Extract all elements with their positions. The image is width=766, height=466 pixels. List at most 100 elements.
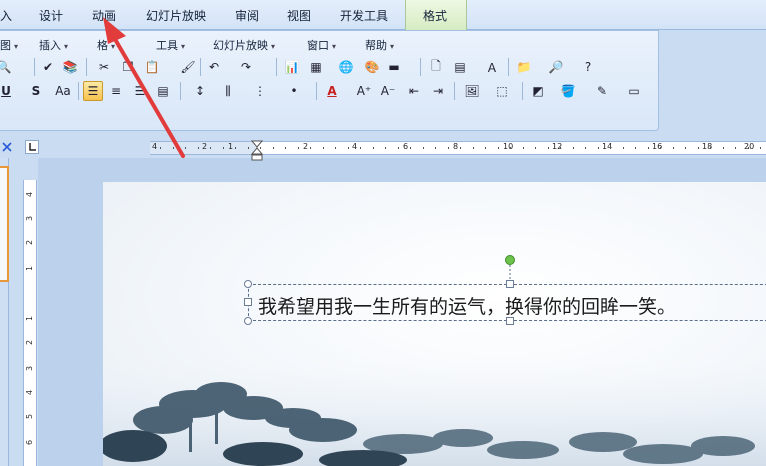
ruler-tick: [673, 147, 674, 149]
tab-selector[interactable]: [25, 140, 39, 154]
ruler-tick: [323, 147, 324, 149]
tab-insert[interactable]: 入: [0, 7, 12, 24]
format-painter-icon[interactable]: 🖌: [178, 57, 198, 77]
ruler-tick: [585, 147, 586, 149]
print-preview-icon[interactable]: 🔍: [0, 57, 14, 77]
slide-design-icon[interactable]: 🖼: [462, 81, 482, 101]
help-icon[interactable]: ?: [578, 57, 598, 77]
increase-font-icon[interactable]: A⁺: [354, 81, 374, 101]
slide-layout-icon[interactable]: ▤: [450, 57, 470, 77]
menu-item-window[interactable]: 窗口 ▾: [307, 37, 336, 53]
slide-canvas[interactable]: 我希望用我一生所有的运气，换得你的回眸一笑。: [103, 182, 766, 466]
menu-item-0[interactable]: 图 ▾: [0, 37, 18, 53]
columns-icon[interactable]: ⫼: [218, 81, 238, 101]
justify-icon[interactable]: ▤: [153, 81, 173, 101]
tab-animation[interactable]: 动画: [92, 7, 116, 24]
ruler-tick: [548, 147, 549, 149]
line-spacing-icon[interactable]: ↕: [190, 81, 210, 101]
tab-review[interactable]: 审阅: [235, 7, 259, 24]
ruler-tick: [498, 147, 499, 149]
tab-format[interactable]: 格式: [423, 7, 447, 24]
ruler-tick: [348, 147, 349, 149]
undo-icon[interactable]: ↶: [204, 57, 224, 77]
line-color-icon[interactable]: ✎: [592, 81, 612, 101]
separator: [508, 58, 509, 76]
rotate-handle[interactable]: [505, 255, 515, 265]
ribbon-tab-bar: 入 设计 动画 幻灯片放映 审阅 视图 开发工具 格式: [0, 0, 766, 30]
align-right-icon[interactable]: ☰: [130, 81, 150, 101]
ruler-tick: [485, 147, 486, 149]
zoom-icon[interactable]: 🔎: [546, 57, 566, 77]
resize-handle-bottom-left[interactable]: [244, 317, 252, 325]
increase-indent-icon[interactable]: ⇥: [428, 81, 448, 101]
menu-item-slideshow[interactable]: 幻灯片放映 ▾: [213, 37, 275, 53]
vertical-ruler[interactable]: [23, 180, 37, 466]
indent-marker-icon[interactable]: [251, 140, 263, 162]
ruler-tick: [160, 147, 161, 149]
font-color-button[interactable]: A: [322, 81, 342, 101]
textbox-icon[interactable]: Ａ: [482, 57, 502, 77]
spelling-icon[interactable]: ✔: [38, 57, 58, 77]
selected-text-box[interactable]: 我希望用我一生所有的运气，换得你的回眸一笑。: [248, 284, 766, 321]
expand-icon[interactable]: ▬: [384, 57, 404, 77]
menu-item-help[interactable]: 帮助 ▾: [365, 37, 394, 53]
formatting-toolbar: U S Aa ☰ ≡ ☰ ▤ ↕ ⫼ ⋮ • A A⁺ A⁻ ⇤ ⇥ 🖼 ⬚ ◩…: [0, 80, 659, 104]
slide-thumbnail[interactable]: [0, 166, 9, 282]
ruler-tick: [473, 147, 474, 149]
rotate-connector: [509, 265, 511, 281]
tab-slideshow[interactable]: 幻灯片放映: [146, 7, 206, 24]
ruler-tick: [210, 147, 211, 149]
bullets-icon[interactable]: •: [284, 81, 304, 101]
fill-effects-icon[interactable]: ◩: [528, 81, 548, 101]
cut-icon[interactable]: ✂: [94, 57, 114, 77]
hyperlink-icon[interactable]: 🌐: [336, 57, 356, 77]
copy-icon[interactable]: ❐: [118, 57, 138, 77]
color-grayscale-icon[interactable]: 🎨: [362, 57, 382, 77]
ruler-number: 4: [352, 142, 358, 151]
menu-item-insert[interactable]: 插入 ▾: [39, 37, 68, 53]
close-pane-icon[interactable]: [0, 140, 14, 154]
slide-text[interactable]: 我希望用我一生所有的运气，换得你的回眸一笑。: [258, 292, 676, 319]
resize-handle-bottom[interactable]: [506, 317, 514, 325]
redo-icon[interactable]: ↷: [236, 57, 256, 77]
resize-handle-top[interactable]: [506, 280, 514, 288]
research-icon[interactable]: 📚: [60, 57, 80, 77]
separator: [522, 82, 523, 100]
vruler-number: 2: [25, 239, 35, 246]
tab-design[interactable]: 设计: [39, 7, 63, 24]
open-folder-icon[interactable]: 📁: [514, 57, 534, 77]
paste-icon[interactable]: 📋: [142, 57, 162, 77]
decrease-indent-icon[interactable]: ⇤: [404, 81, 424, 101]
ruler-tick: [460, 147, 461, 149]
ruler-tick: [685, 147, 686, 149]
resize-handle-top-left[interactable]: [244, 280, 252, 288]
tab-view[interactable]: 视图: [287, 7, 311, 24]
ruler-tick: [648, 147, 649, 149]
underline-button[interactable]: U: [0, 81, 16, 101]
separator: [454, 82, 455, 100]
shadow-style-icon[interactable]: ▭: [624, 81, 644, 101]
vruler-number: 1: [25, 315, 35, 322]
vruler-number: 3: [25, 365, 35, 372]
tab-developer[interactable]: 开发工具: [340, 7, 388, 24]
ruler-tick: [510, 147, 511, 149]
ruler-tick: [660, 147, 661, 149]
menu-item-tools[interactable]: 工具 ▾: [156, 37, 185, 53]
new-slide-icon[interactable]: 🗋: [426, 57, 446, 77]
table-icon[interactable]: ▦: [306, 57, 326, 77]
align-left-icon[interactable]: ☰: [83, 81, 103, 101]
shapes-icon[interactable]: ⬚: [492, 81, 512, 101]
resize-handle-left[interactable]: [244, 298, 252, 306]
menu-item-format[interactable]: 格 ▾: [97, 37, 115, 53]
align-center-icon[interactable]: ≡: [106, 81, 126, 101]
fill-color-icon[interactable]: 🪣: [558, 81, 578, 101]
change-case-button[interactable]: Aa: [50, 81, 76, 101]
decrease-font-icon[interactable]: A⁻: [378, 81, 398, 101]
ruler-tick: [360, 147, 361, 149]
shadow-button[interactable]: S: [26, 81, 46, 101]
vruler-number: 6: [25, 439, 35, 446]
numbering-icon[interactable]: ⋮: [250, 81, 270, 101]
ruler-number: 2: [202, 142, 208, 151]
ruler-tick: [335, 147, 336, 149]
chart-icon[interactable]: 📊: [282, 57, 302, 77]
